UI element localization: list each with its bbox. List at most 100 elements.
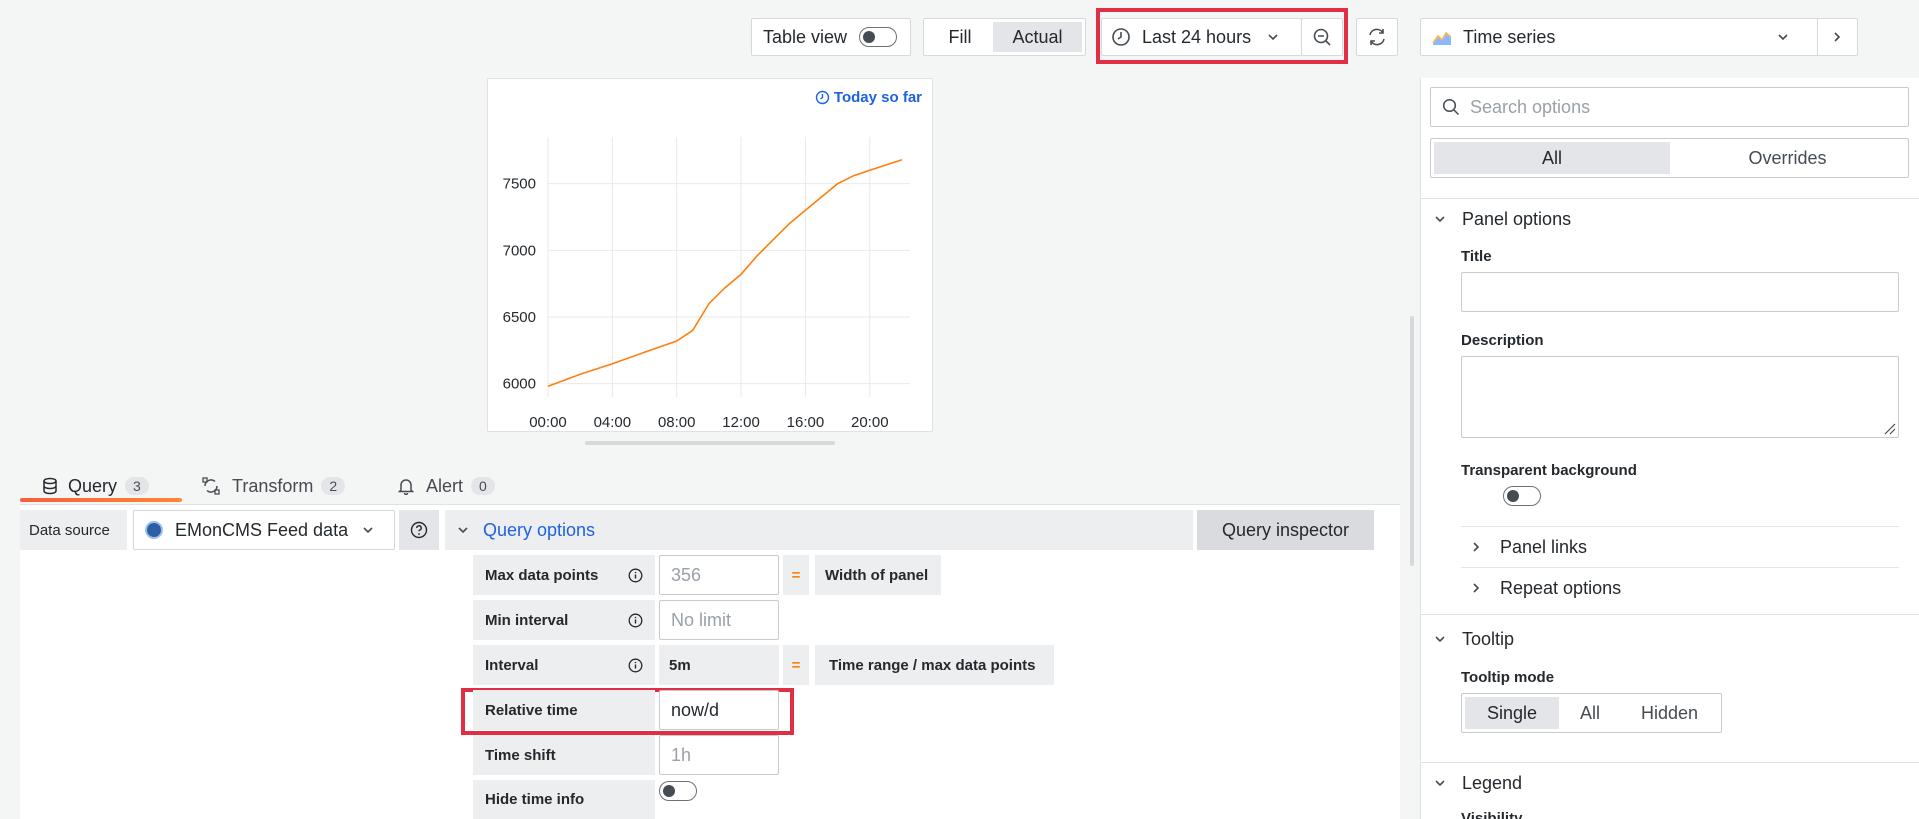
options-divider [1421,198,1919,199]
datasource-picker[interactable]: EMonCMS Feed data [133,510,395,550]
query-inspector-button[interactable]: Query inspector [1197,510,1374,550]
tooltip-header[interactable]: Tooltip [1434,626,1514,652]
time-series-chart[interactable]: 6000 6500 7000 7500 00:00 04:00 08:00 12:00 16:0… [488,79,934,433]
x-tick-label: 08:00 [658,414,696,431]
visualization-label: Time series [1463,26,1556,47]
visualization-divider [1817,19,1818,55]
interval-note: Time range / max data points [815,645,1054,685]
interval-equals: = [783,645,809,685]
refresh-button[interactable] [1356,18,1398,56]
tooltip-mode-hidden[interactable]: Hidden [1621,697,1718,729]
tab-transform[interactable]: Transform 2 [202,468,346,504]
transparent-field-label: Transparent background [1461,462,1637,479]
max-data-points-input[interactable]: 356 [659,555,779,595]
tooltip-mode-single[interactable]: Single [1465,697,1559,729]
tooltip-title: Tooltip [1462,628,1515,649]
hide-time-info-switch[interactable] [659,781,697,801]
interval-value: 5m [659,645,779,685]
hide-time-info-label: Hide time info [473,780,655,819]
time-shift-label-text: Time shift [485,746,556,764]
panel-resize-handle[interactable] [585,441,835,445]
search-placeholder: Search options [1470,96,1591,117]
series-line[interactable] [547,158,903,388]
query-options-header[interactable]: Query options [445,510,1193,550]
resize-handle-icon[interactable] [1882,421,1896,435]
visibility-label: Visibility [1461,810,1523,819]
zoom-out-icon [1312,27,1332,47]
tab-query-underline [20,498,182,502]
equals-sign: = [791,566,801,584]
fill-actual-group: Fill Actual [923,18,1086,56]
database-icon [42,477,58,495]
x-tick-label: 20:00 [851,414,889,431]
repeat-options-header[interactable]: Repeat options [1470,575,1621,601]
tab-all[interactable]: All [1434,142,1670,174]
time-shift-label: Time shift [473,735,655,775]
max-data-points-note-text: Width of panel [825,566,929,584]
y-tick-label: 6000 [503,376,536,393]
description-field-label: Description [1461,332,1544,349]
panel-links-header[interactable]: Panel links [1470,534,1587,560]
panel-links-divider [1461,526,1899,527]
min-interval-input[interactable]: No limit [659,600,779,640]
title-field-label: Title [1461,248,1492,265]
interval-label-text: Interval [485,656,539,674]
table-view-toggle[interactable]: Table view [751,18,911,56]
relative-time-label: Relative time [473,690,655,730]
transparent-switch[interactable] [1502,486,1541,506]
info-icon[interactable] [628,658,643,673]
tooltip-mode-group: Single All Hidden [1461,693,1722,733]
tooltip-mode-all-label: All [1579,702,1600,723]
chevron-down-icon [1434,213,1446,225]
tooltip-mode-all[interactable]: All [1559,697,1621,729]
fill-button[interactable]: Fill [927,27,993,48]
table-view-label: Table view [763,26,848,47]
max-data-points-note: Width of panel [815,555,941,595]
info-icon[interactable] [628,568,643,583]
y-tick-label: 7000 [503,242,536,259]
time-range-picker[interactable]: Last 24 hours [1101,18,1302,56]
relative-time-input[interactable]: now/d [659,690,779,730]
chevron-right-icon [1470,582,1482,594]
bell-icon [398,477,414,495]
interval-label: Interval [473,645,655,685]
time-shift-placeholder: 1h [671,744,692,765]
tab-overrides[interactable]: Overrides [1670,142,1905,174]
chevron-down-icon [362,524,374,536]
table-view-switch[interactable] [859,27,898,47]
query-inspector-label: Query inspector [1221,519,1350,540]
tab-alert[interactable]: Alert 0 [398,468,495,504]
info-icon[interactable] [628,613,643,628]
tab-query-count: 3 [125,477,149,495]
chevron-right-icon[interactable] [1831,31,1843,43]
legend-title: Legend [1462,772,1523,793]
panel-options-header[interactable]: Panel options [1434,206,1571,232]
tooltip-mode-label: Tooltip mode [1461,669,1555,686]
refresh-icon [1366,26,1388,48]
x-tick-label: 04:00 [594,414,632,431]
min-interval-label-text: Min interval [485,611,569,629]
y-tick-label: 7500 [503,176,536,193]
query-options-title: Query options [483,519,596,540]
datasource-logo-icon [145,521,163,539]
transform-icon [202,477,220,495]
clock-icon [1111,27,1131,47]
editor-scrollbar[interactable] [1410,316,1414,566]
min-interval-placeholder: No limit [671,609,732,630]
legend-divider [1421,762,1919,763]
options-search-input[interactable]: Search options [1430,87,1909,127]
title-input[interactable] [1461,272,1899,312]
datasource-help-button[interactable] [399,510,439,550]
search-icon [1442,98,1460,116]
datasource-value: EMonCMS Feed data [175,519,349,540]
zoom-out-button[interactable] [1301,18,1343,56]
datasource-label-text: Data source [29,521,110,539]
x-tick-label: 12:00 [722,414,760,431]
tab-all-label: All [1541,147,1562,168]
description-textarea[interactable] [1461,356,1899,438]
time-shift-input[interactable]: 1h [659,735,779,775]
visualization-picker[interactable]: Time series [1420,18,1858,56]
legend-header[interactable]: Legend [1434,770,1522,796]
relative-time-label-text: Relative time [485,701,578,719]
actual-button[interactable]: Actual [993,22,1082,52]
